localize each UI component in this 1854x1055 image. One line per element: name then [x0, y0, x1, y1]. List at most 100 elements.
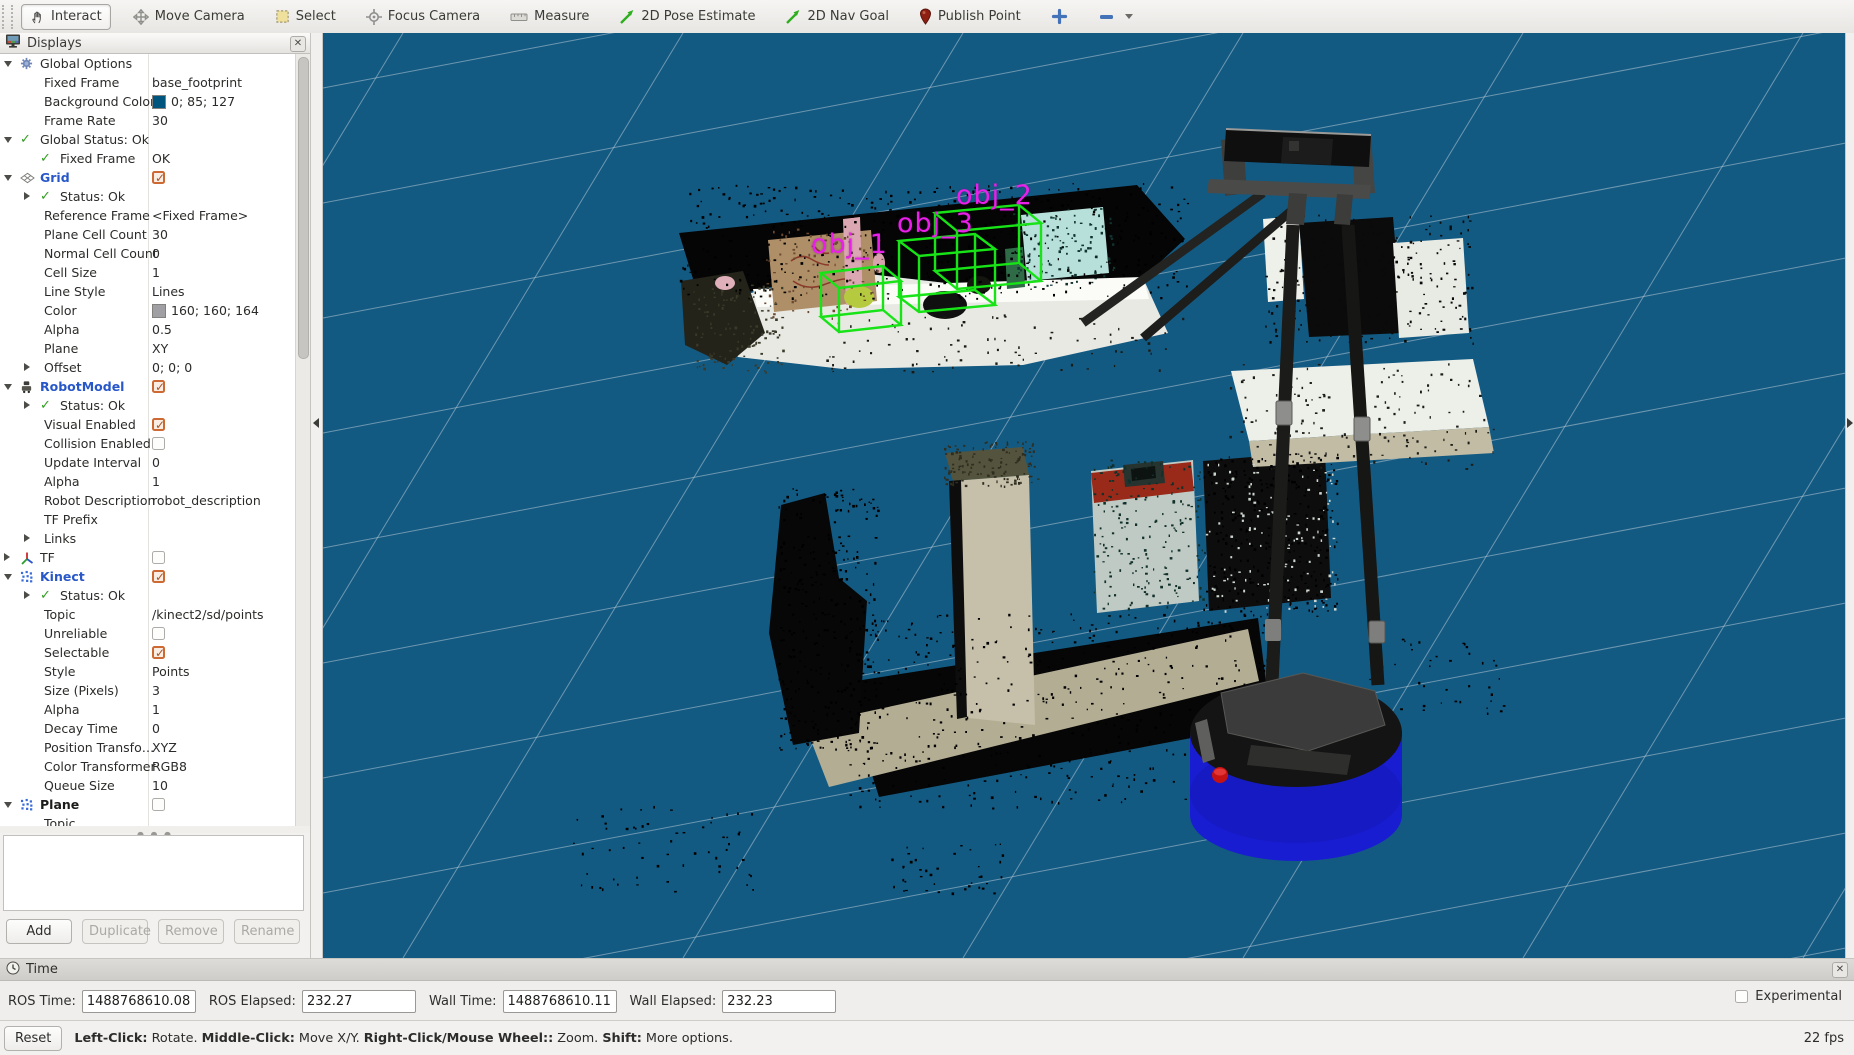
- expander-open-icon[interactable]: [4, 175, 12, 181]
- tree-row-update-interval[interactable]: Update Interval0: [0, 453, 295, 472]
- property-value[interactable]: <Fixed Frame>: [152, 206, 248, 225]
- expander-closed-icon[interactable]: [4, 553, 10, 561]
- expander-closed-icon[interactable]: [24, 591, 30, 599]
- tree-row-color[interactable]: Color160; 160; 164: [0, 301, 295, 320]
- checkbox-checked[interactable]: [152, 418, 165, 431]
- tree-row-robot-description[interactable]: Robot Descriptionrobot_description: [0, 491, 295, 510]
- time-panel-close-icon[interactable]: ✕: [1832, 962, 1848, 978]
- tree-row-tf[interactable]: TF: [0, 548, 295, 567]
- property-value[interactable]: [152, 795, 165, 814]
- checkbox-checked[interactable]: [152, 380, 165, 393]
- property-value[interactable]: OK: [152, 149, 170, 168]
- tree-row-status-ok[interactable]: ✓Status: Ok: [0, 586, 295, 605]
- tree-row-plane-cell-count[interactable]: Plane Cell Count30: [0, 225, 295, 244]
- tree-scrollbar-thumb[interactable]: [298, 57, 309, 359]
- tree-scrollbar[interactable]: [295, 54, 310, 826]
- expander-open-icon[interactable]: [4, 384, 12, 390]
- 3d-viewport[interactable]: obj_1obj_2obj_3: [323, 33, 1846, 958]
- tool-move-camera[interactable]: Move Camera: [125, 5, 253, 29]
- expander-closed-icon[interactable]: [24, 401, 30, 409]
- property-value[interactable]: robot_description: [152, 491, 261, 510]
- tree-row-background-color[interactable]: Background Color0; 85; 127: [0, 92, 295, 111]
- expander-closed-icon[interactable]: [24, 363, 30, 371]
- checkbox-checked[interactable]: [152, 570, 165, 583]
- tree-row-status-ok[interactable]: ✓Status: Ok: [0, 396, 295, 415]
- tree-row-queue-size[interactable]: Queue Size10: [0, 776, 295, 795]
- expander-open-icon[interactable]: [4, 802, 12, 808]
- tree-row-style[interactable]: StylePoints: [0, 662, 295, 681]
- property-value[interactable]: 0.5: [152, 320, 172, 339]
- expander-open-icon[interactable]: [4, 574, 12, 580]
- property-value[interactable]: 30: [152, 225, 168, 244]
- tree-row-size-pixels[interactable]: Size (Pixels)3: [0, 681, 295, 700]
- property-value[interactable]: /kinect2/sd/points: [152, 605, 264, 624]
- property-value[interactable]: 1: [152, 263, 160, 282]
- property-value[interactable]: 3: [152, 681, 160, 700]
- tool-measure[interactable]: Measure: [502, 5, 597, 28]
- expander-closed-icon[interactable]: [24, 192, 30, 200]
- checkbox-checked[interactable]: [152, 171, 165, 184]
- property-value[interactable]: 0: [152, 453, 160, 472]
- tree-row-fixed-frame[interactable]: Fixed Framebase_footprint: [0, 73, 295, 92]
- property-value[interactable]: 0; 0; 0: [152, 358, 192, 377]
- tree-row-unreliable[interactable]: Unreliable: [0, 624, 295, 643]
- property-value[interactable]: 0: [152, 244, 160, 263]
- property-value[interactable]: 0: [152, 719, 160, 738]
- property-value[interactable]: [152, 624, 165, 643]
- expander-open-icon[interactable]: [4, 137, 12, 143]
- tool-2d-pose-estimate[interactable]: 2D Pose Estimate: [611, 5, 763, 29]
- tree-row-plane[interactable]: PlaneXY: [0, 339, 295, 358]
- expander-open-icon[interactable]: [4, 61, 12, 67]
- property-value[interactable]: XYZ: [152, 738, 177, 757]
- panel-viewport-splitter[interactable]: [311, 33, 323, 958]
- tree-row-collision-enabled[interactable]: Collision Enabled: [0, 434, 295, 453]
- tree-row-color-transformer[interactable]: Color TransformerRGB8: [0, 757, 295, 776]
- tree-row-robotmodel[interactable]: RobotModel: [0, 377, 295, 396]
- checkbox-unchecked[interactable]: [152, 551, 165, 564]
- tree-row-alpha[interactable]: Alpha0.5: [0, 320, 295, 339]
- property-value[interactable]: XY: [152, 339, 168, 358]
- tree-row-topic[interactable]: Topic: [0, 814, 295, 826]
- tree-row-frame-rate[interactable]: Frame Rate30: [0, 111, 295, 130]
- tool-select[interactable]: Select: [267, 5, 344, 28]
- tree-row-alpha[interactable]: Alpha1: [0, 472, 295, 491]
- displays-close-icon[interactable]: ✕: [290, 36, 306, 52]
- property-value[interactable]: [152, 567, 165, 586]
- experimental-checkbox[interactable]: [1735, 990, 1748, 1003]
- tree-row-normal-cell-count[interactable]: Normal Cell Count0: [0, 244, 295, 263]
- tool-focus-camera[interactable]: Focus Camera: [358, 5, 488, 29]
- property-value[interactable]: 160; 160; 164: [152, 301, 259, 320]
- property-value[interactable]: 1: [152, 700, 160, 719]
- tool-publish-point[interactable]: Publish Point: [911, 4, 1029, 29]
- ros-elapsed-input[interactable]: [302, 990, 416, 1013]
- property-value[interactable]: 0; 85; 127: [152, 92, 235, 111]
- tree-row-links[interactable]: Links: [0, 529, 295, 548]
- property-value[interactable]: [152, 434, 165, 453]
- tool-plus-button[interactable]: [1043, 4, 1076, 29]
- tree-row-global-options[interactable]: Global Options: [0, 54, 295, 73]
- checkbox-unchecked[interactable]: [152, 627, 165, 640]
- tree-row-visual-enabled[interactable]: Visual Enabled: [0, 415, 295, 434]
- tree-row-grid[interactable]: Grid: [0, 168, 295, 187]
- tree-splitter-handle[interactable]: ● ● ●: [0, 826, 310, 833]
- tree-row-status-ok[interactable]: ✓Status: Ok: [0, 187, 295, 206]
- wall-elapsed-input[interactable]: [722, 990, 836, 1013]
- tree-row-cell-size[interactable]: Cell Size1: [0, 263, 295, 282]
- checkbox-checked[interactable]: [152, 646, 165, 659]
- ros-time-input[interactable]: [82, 990, 196, 1013]
- tree-row-topic[interactable]: Topic/kinect2/sd/points: [0, 605, 295, 624]
- tree-row-line-style[interactable]: Line StyleLines: [0, 282, 295, 301]
- property-value[interactable]: [152, 168, 165, 187]
- collapse-left-arrow-icon[interactable]: [313, 418, 319, 428]
- checkbox-unchecked[interactable]: [152, 798, 165, 811]
- toolbar-drag-handle[interactable]: [2, 5, 13, 29]
- property-value[interactable]: Lines: [152, 282, 185, 301]
- tool-2d-nav-goal[interactable]: 2D Nav Goal: [777, 5, 897, 29]
- tree-row-reference-frame[interactable]: Reference Frame<Fixed Frame>: [0, 206, 295, 225]
- tree-row-global-status-ok[interactable]: ✓Global Status: Ok: [0, 130, 295, 149]
- property-value[interactable]: 10: [152, 776, 168, 795]
- reset-button[interactable]: Reset: [4, 1026, 62, 1051]
- property-value[interactable]: base_footprint: [152, 73, 242, 92]
- expander-closed-icon[interactable]: [24, 534, 30, 542]
- tree-row-selectable[interactable]: Selectable: [0, 643, 295, 662]
